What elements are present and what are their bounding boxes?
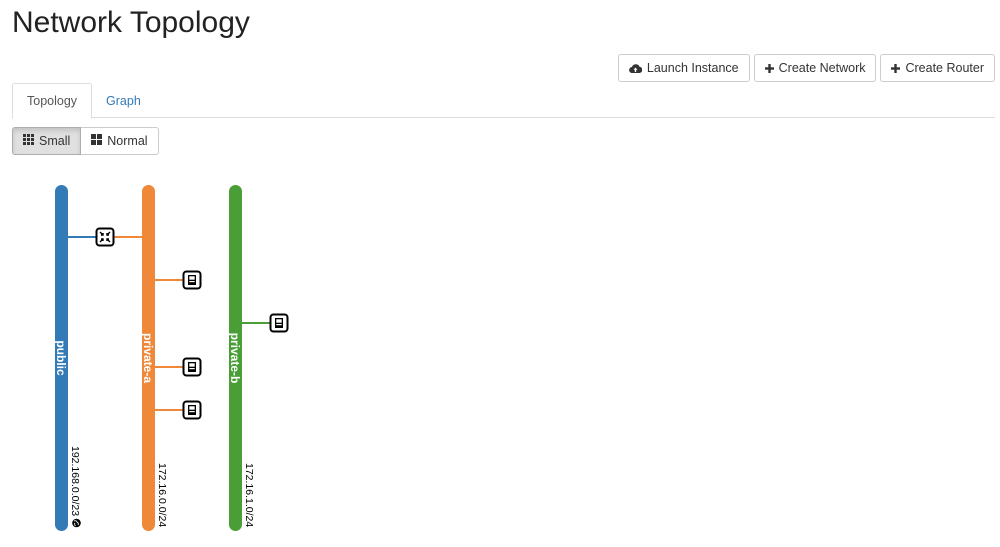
network-private-a[interactable]: private-a 172.16.0.0/24 [141, 185, 168, 531]
plus-icon [764, 63, 774, 73]
topology-svg: public 192.168.0.0/23 private-a 172.16.0… [54, 185, 289, 531]
tab-graph[interactable]: Graph [92, 83, 155, 118]
network-cidr: 192.168.0.0/23 [69, 446, 81, 516]
grid-large-icon [91, 134, 103, 148]
network-name: public [54, 340, 68, 376]
launch-instance-label: Launch Instance [646, 61, 739, 75]
grid-small-icon [23, 134, 34, 148]
action-toolbar: Launch Instance Create Network Create Ro… [617, 54, 995, 82]
small-size-button[interactable]: Small [12, 127, 82, 155]
create-network-button[interactable]: Create Network [753, 54, 877, 82]
tab-topology[interactable]: Topology [12, 83, 93, 119]
create-network-label: Create Network [778, 61, 866, 75]
instance-icon [188, 405, 196, 415]
network-cidr: 172.16.0.0/24 [156, 463, 168, 527]
network-name: private-b [228, 333, 242, 384]
instance-icon [188, 362, 196, 372]
instance-node[interactable] [269, 313, 289, 333]
instance-node[interactable] [182, 270, 202, 290]
normal-size-label: Normal [107, 134, 148, 148]
normal-size-button[interactable]: Normal [81, 127, 159, 155]
view-tabs: Topology Graph [12, 83, 995, 119]
create-router-button[interactable]: Create Router [880, 54, 995, 82]
instance-node[interactable] [182, 357, 202, 377]
instance-node[interactable] [182, 400, 202, 420]
topology-canvas: public 192.168.0.0/23 private-a 172.16.0… [0, 170, 1000, 547]
network-cidr: 172.16.1.0/24 [243, 463, 255, 527]
plus-icon [891, 63, 901, 73]
small-size-label: Small [39, 134, 71, 148]
create-router-label: Create Router [905, 61, 984, 75]
network-private-b[interactable]: private-b 172.16.1.0/24 [228, 185, 255, 531]
globe-icon [72, 518, 81, 528]
router-node[interactable] [95, 227, 115, 247]
page-title: Network Topology [12, 6, 250, 39]
launch-instance-button[interactable]: Launch Instance [617, 54, 750, 82]
instance-icon [188, 275, 196, 285]
network-name: private-a [141, 333, 155, 383]
instance-icon [275, 318, 283, 328]
cloud-upload-icon [629, 63, 642, 74]
size-toggle-group: Small Normal [12, 127, 159, 155]
